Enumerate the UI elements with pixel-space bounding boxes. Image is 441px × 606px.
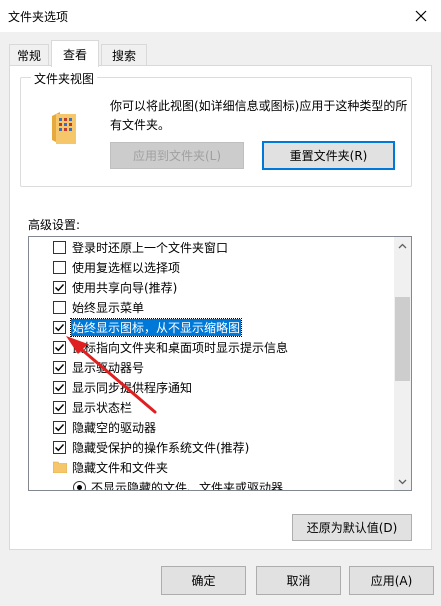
checkbox-checked[interactable] — [53, 420, 66, 434]
check-icon — [55, 283, 65, 291]
list-item[interactable]: 隐藏空的驱动器 — [29, 417, 395, 437]
folder-icon — [53, 461, 67, 473]
advanced-settings-label: 高级设置: — [28, 218, 81, 232]
list-item[interactable]: 使用共享向导(推荐) — [29, 277, 395, 297]
list-item-selected[interactable]: 始终显示图标，从不显示缩略图 — [29, 317, 395, 337]
list-item-label: 显示驱动器号 — [72, 360, 145, 375]
list-item-label: 始终显示菜单 — [72, 300, 145, 315]
check-icon — [55, 323, 65, 331]
list-item[interactable]: 显示同步提供程序通知 — [29, 377, 395, 397]
list-item-group: 隐藏文件和文件夹 — [29, 457, 395, 477]
title-bar: 文件夹选项 — [0, 0, 441, 32]
radio-dot — [77, 484, 82, 490]
checkbox[interactable] — [53, 260, 66, 274]
list-item[interactable]: 始终显示菜单 — [29, 297, 395, 317]
apply-to-folders-button[interactable]: 应用到文件夹(L) — [110, 142, 244, 169]
ok-button[interactable]: 确定 — [161, 566, 246, 595]
list-item-label: 不显示隐藏的文件、文件夹或驱动器 — [91, 480, 284, 491]
checkbox[interactable] — [53, 300, 66, 314]
advanced-settings-items: 登录时还原上一个文件夹窗口 使用复选框以选择项 使用共享向导(推荐) 始终显示菜… — [29, 237, 395, 490]
restore-defaults-button[interactable]: 还原为默认值(D) — [292, 514, 412, 541]
check-icon — [55, 343, 65, 351]
restore-defaults-label: 还原为默认值(D) — [306, 521, 398, 535]
checkbox-checked[interactable] — [53, 340, 66, 354]
check-icon — [55, 363, 65, 371]
vertical-scrollbar[interactable] — [394, 237, 411, 490]
list-item-label: 始终显示图标，从不显示缩略图 — [69, 317, 243, 337]
close-icon — [415, 10, 427, 22]
apply-button[interactable]: 应用(A) — [349, 566, 434, 595]
window-title: 文件夹选项 — [8, 10, 69, 24]
cancel-button[interactable]: 取消 — [256, 566, 341, 595]
tab-strip: 常规 查看 搜索 — [0, 40, 441, 67]
tab-search-label: 搜索 — [111, 49, 136, 63]
checkbox-checked[interactable] — [53, 320, 66, 334]
list-item[interactable]: 显示驱动器号 — [29, 357, 395, 377]
list-item-label: 隐藏文件和文件夹 — [72, 460, 169, 475]
list-item-label: 显示状态栏 — [72, 400, 133, 415]
scroll-down-button[interactable] — [394, 473, 411, 490]
list-item-label: 使用共享向导(推荐) — [72, 280, 178, 295]
chevron-up-icon — [398, 243, 407, 248]
checkbox-checked[interactable] — [53, 400, 66, 414]
check-icon — [55, 443, 65, 451]
list-item-label: 显示同步提供程序通知 — [72, 380, 193, 395]
scroll-thumb[interactable] — [395, 297, 410, 381]
tab-search[interactable]: 搜索 — [101, 44, 147, 66]
reset-folders-button[interactable]: 重置文件夹(R) — [262, 141, 395, 170]
reset-folders-label: 重置文件夹(R) — [289, 149, 368, 163]
tab-view[interactable]: 查看 — [51, 40, 99, 67]
chevron-down-icon — [398, 479, 407, 484]
advanced-settings-list[interactable]: 登录时还原上一个文件夹窗口 使用复选框以选择项 使用共享向导(推荐) 始终显示菜… — [28, 236, 412, 491]
checkbox-checked[interactable] — [53, 280, 66, 294]
list-item[interactable]: 鼠标指向文件夹和桌面项时显示提示信息 — [29, 337, 395, 357]
cancel-label: 取消 — [286, 574, 311, 588]
list-item[interactable]: 隐藏受保护的操作系统文件(推荐) — [29, 437, 395, 457]
apply-label: 应用(A) — [370, 574, 413, 588]
list-item-label: 登录时还原上一个文件夹窗口 — [72, 240, 229, 255]
ok-label: 确定 — [191, 574, 216, 588]
checkbox[interactable] — [53, 240, 66, 254]
check-icon — [55, 403, 65, 411]
tab-general[interactable]: 常规 — [9, 44, 49, 66]
folder-views-legend: 文件夹视图 — [31, 70, 98, 87]
list-item-label: 隐藏空的驱动器 — [72, 420, 157, 435]
apply-to-folders-label: 应用到文件夹(L) — [132, 149, 222, 163]
close-button[interactable] — [401, 0, 441, 32]
checkbox-checked[interactable] — [53, 380, 66, 394]
list-item[interactable]: 登录时还原上一个文件夹窗口 — [29, 237, 395, 257]
scroll-up-button[interactable] — [394, 237, 411, 254]
folder-views-description: 你可以将此视图(如详细信息或图标)应用于这种类型的所有文件夹。 — [110, 99, 408, 132]
tab-general-label: 常规 — [16, 49, 41, 63]
list-item[interactable]: 显示状态栏 — [29, 397, 395, 417]
list-item[interactable]: 使用复选框以选择项 — [29, 257, 395, 277]
checkbox-checked[interactable] — [53, 440, 66, 454]
radio-selected[interactable] — [73, 480, 86, 490]
check-icon — [55, 423, 65, 431]
folder-view-icon — [52, 112, 76, 144]
list-item-label: 使用复选框以选择项 — [72, 260, 181, 275]
list-item-label: 鼠标指向文件夹和桌面项时显示提示信息 — [72, 340, 289, 355]
tab-view-label: 查看 — [62, 47, 87, 62]
list-item[interactable]: 不显示隐藏的文件、文件夹或驱动器 — [29, 477, 395, 490]
check-icon — [55, 383, 65, 391]
checkbox-checked[interactable] — [53, 360, 66, 374]
list-item-label: 隐藏受保护的操作系统文件(推荐) — [72, 440, 250, 455]
